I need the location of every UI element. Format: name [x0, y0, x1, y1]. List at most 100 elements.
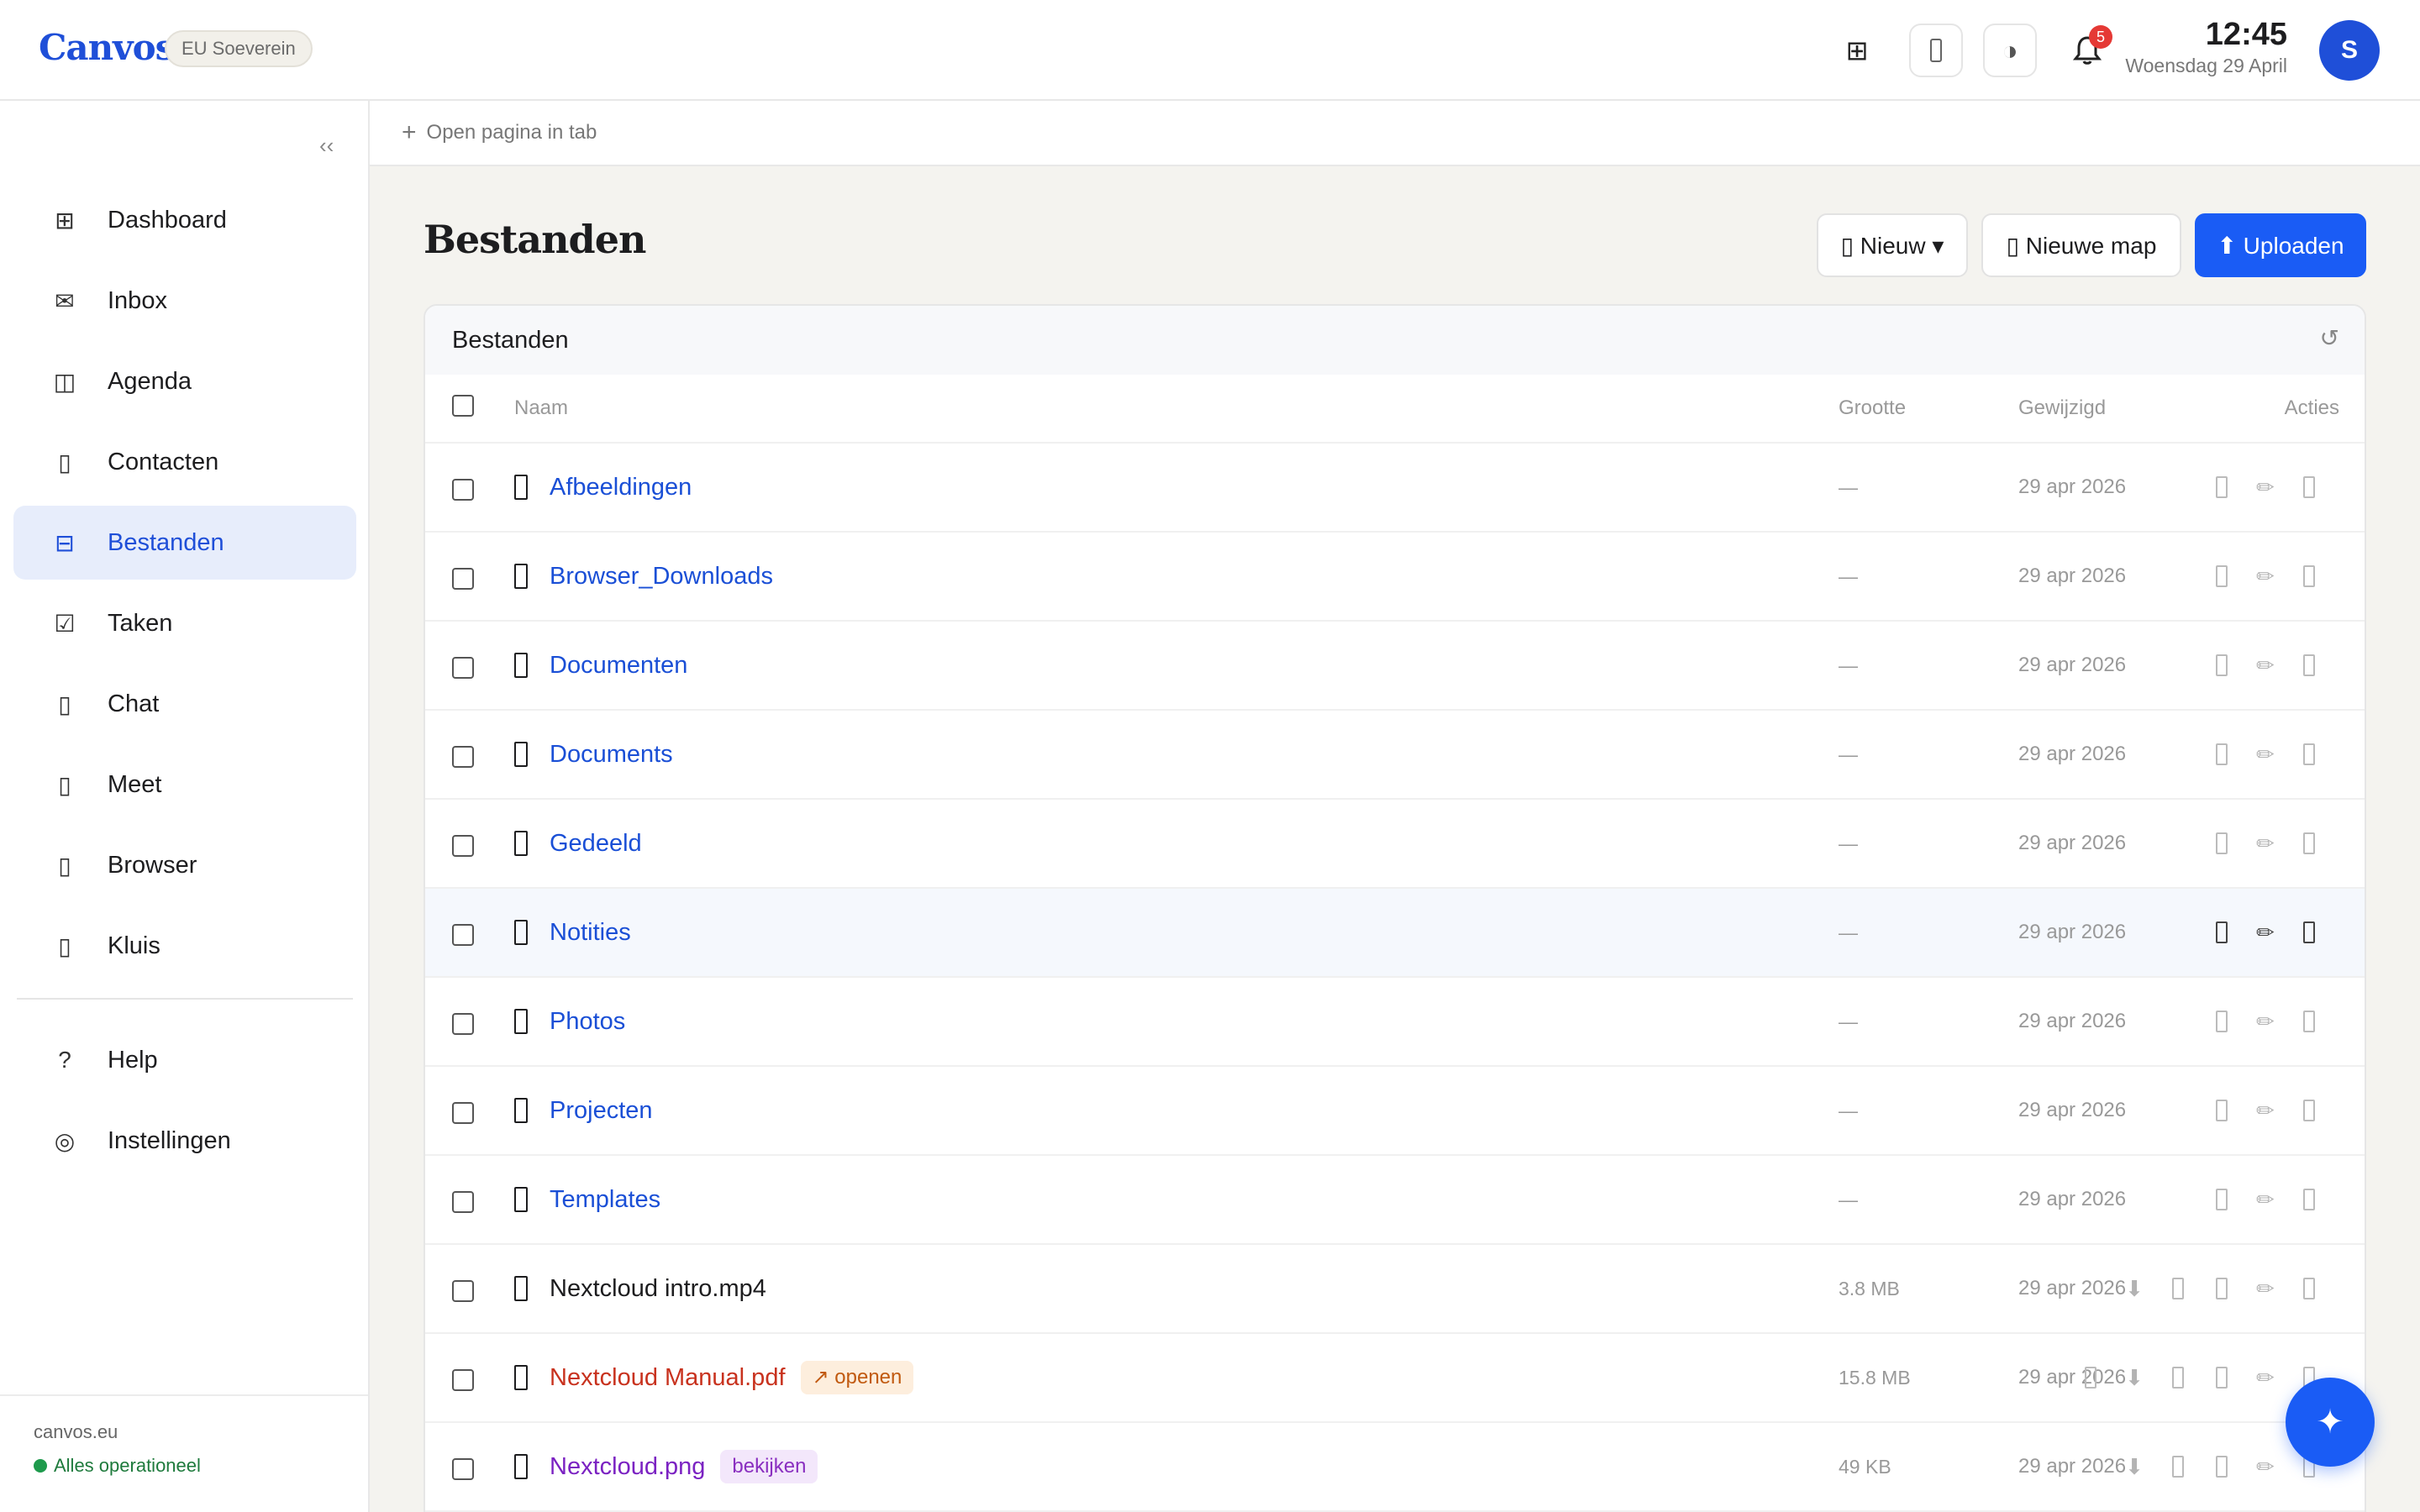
share-icon[interactable] — [2216, 921, 2228, 943]
file-link[interactable]: Documenten — [550, 652, 687, 680]
copy-icon[interactable] — [2172, 1367, 2184, 1389]
rename-icon[interactable]: ✏ — [2244, 564, 2287, 590]
delete-icon[interactable] — [2303, 1011, 2315, 1032]
rename-icon[interactable]: ✏ — [2244, 653, 2287, 679]
share-icon[interactable] — [2216, 1011, 2228, 1032]
share-icon[interactable] — [2216, 476, 2228, 498]
row-checkbox[interactable] — [452, 924, 474, 946]
plus-icon[interactable]: + — [402, 118, 417, 147]
delete-icon[interactable] — [2303, 1100, 2315, 1121]
sidebar-item-dashboard[interactable]: ⊞ Dashboard — [13, 183, 356, 257]
sidebar-item-contacten[interactable]: ▯ Contacten — [13, 425, 356, 499]
sidebar-item-taken[interactable]: ☑ Taken — [13, 586, 356, 660]
assistant-fab-button[interactable]: ✦ — [2286, 1378, 2375, 1467]
sidebar-item-meet[interactable]: ▯ Meet — [13, 748, 356, 822]
row-checkbox[interactable] — [452, 1102, 474, 1124]
table-row[interactable]: Projecten — 29 apr 2026 ✏ — [425, 1067, 2365, 1156]
share-icon[interactable] — [2216, 565, 2228, 587]
rename-icon[interactable]: ✏ — [2244, 1187, 2287, 1213]
sidebar-item-bestanden[interactable]: ⊟ Bestanden — [13, 506, 356, 580]
delete-icon[interactable] — [2303, 1189, 2315, 1210]
rename-icon[interactable]: ✏ — [2244, 1098, 2287, 1124]
preview-icon[interactable] — [2085, 1367, 2096, 1389]
table-row[interactable]: Gedeeld — 29 apr 2026 ✏ — [425, 800, 2365, 889]
share-icon[interactable] — [2216, 1456, 2228, 1478]
row-checkbox[interactable] — [452, 1369, 474, 1391]
grid-icon[interactable]: ⊞ — [1830, 24, 1884, 77]
table-row[interactable]: Documents — 29 apr 2026 ✏ — [425, 711, 2365, 800]
table-row[interactable]: Nextcloud.png bekijken 49 KB 29 apr 2026… — [425, 1423, 2365, 1512]
share-icon[interactable] — [2216, 832, 2228, 854]
sidebar-item-inbox[interactable]: ✉ Inbox — [13, 264, 356, 338]
upload-button[interactable]: ⬆ Uploaden — [2195, 213, 2366, 277]
row-checkbox[interactable] — [452, 568, 474, 590]
row-checkbox[interactable] — [452, 835, 474, 857]
file-link[interactable]: Nextcloud.png — [550, 1453, 705, 1481]
row-checkbox[interactable] — [452, 657, 474, 679]
table-row[interactable]: Nextcloud intro.mp4 3.8 MB 29 apr 2026 ⬇… — [425, 1245, 2365, 1334]
rename-icon[interactable]: ✏ — [2244, 1276, 2287, 1302]
open-page-in-tab-button[interactable]: Open pagina in tab — [427, 121, 597, 144]
table-row[interactable]: Nextcloud Manual.pdf ↗ openen 15.8 MB 29… — [425, 1334, 2365, 1423]
app-logo[interactable]: Canvos — [39, 27, 175, 68]
file-link[interactable]: Nextcloud intro.mp4 — [550, 1275, 766, 1303]
table-row[interactable]: Templates — 29 apr 2026 ✏ — [425, 1156, 2365, 1245]
collapse-sidebar-button[interactable]: ‹‹ — [319, 133, 334, 159]
open-tag-button[interactable]: ↗ openen — [800, 1361, 914, 1394]
row-checkbox[interactable] — [452, 1458, 474, 1480]
select-all-checkbox[interactable] — [452, 395, 474, 417]
delete-icon[interactable] — [2303, 743, 2315, 765]
copy-icon[interactable] — [2172, 1456, 2184, 1478]
footer-domain[interactable]: canvos.eu — [34, 1421, 334, 1443]
phone-icon[interactable] — [1909, 24, 1963, 77]
share-icon[interactable] — [2216, 743, 2228, 765]
view-tag-button[interactable]: bekijken — [720, 1450, 818, 1483]
download-icon[interactable]: ⬇ — [2112, 1365, 2156, 1391]
rename-icon[interactable]: ✏ — [2244, 1009, 2287, 1035]
table-row[interactable]: Notities — 29 apr 2026 ✏ — [425, 889, 2365, 978]
file-link[interactable]: Templates — [550, 1186, 660, 1214]
file-link[interactable]: Browser_Downloads — [550, 563, 773, 591]
file-link[interactable]: Documents — [550, 741, 673, 769]
column-header-modified[interactable]: Gewijzigd — [2018, 375, 2106, 442]
file-link[interactable]: Projecten — [550, 1097, 653, 1125]
download-icon[interactable]: ⬇ — [2112, 1454, 2156, 1480]
rename-icon[interactable]: ✏ — [2244, 1454, 2287, 1480]
rename-icon[interactable]: ✏ — [2244, 920, 2287, 946]
rename-icon[interactable]: ✏ — [2244, 742, 2287, 768]
sidebar-item-instellingen[interactable]: ◎ Instellingen — [13, 1104, 356, 1178]
column-header-name[interactable]: Naam — [514, 375, 568, 442]
table-row[interactable]: Documenten — 29 apr 2026 ✏ — [425, 622, 2365, 711]
delete-icon[interactable] — [2303, 565, 2315, 587]
share-icon[interactable] — [2216, 1367, 2228, 1389]
file-link[interactable]: Nextcloud Manual.pdf — [550, 1364, 786, 1392]
rename-icon[interactable]: ✏ — [2244, 831, 2287, 857]
delete-icon[interactable] — [2303, 476, 2315, 498]
new-dropdown-button[interactable]: ▯ Nieuw ▾ — [1817, 213, 1968, 277]
column-header-size[interactable]: Grootte — [1839, 375, 1906, 442]
share-icon[interactable] — [2216, 1189, 2228, 1210]
row-checkbox[interactable] — [452, 746, 474, 768]
file-link[interactable]: Gedeeld — [550, 830, 642, 858]
sidebar-item-chat[interactable]: ▯ Chat — [13, 667, 356, 741]
sidebar-item-kluis[interactable]: ▯ Kluis — [13, 909, 356, 983]
file-link[interactable]: Notities — [550, 919, 631, 947]
contrast-icon[interactable]: ◑ — [1983, 24, 2037, 77]
refresh-icon[interactable]: ↺ — [2320, 324, 2339, 352]
file-link[interactable]: Afbeeldingen — [550, 474, 692, 501]
share-icon[interactable] — [2216, 1278, 2228, 1299]
delete-icon[interactable] — [2303, 654, 2315, 676]
user-avatar[interactable]: S — [2319, 20, 2380, 81]
row-checkbox[interactable] — [452, 479, 474, 501]
share-icon[interactable] — [2216, 654, 2228, 676]
rename-icon[interactable]: ✏ — [2244, 1365, 2287, 1391]
share-icon[interactable] — [2216, 1100, 2228, 1121]
table-row[interactable]: Afbeeldingen — 29 apr 2026 ✏ — [425, 444, 2365, 533]
row-checkbox[interactable] — [452, 1280, 474, 1302]
delete-icon[interactable] — [2303, 921, 2315, 943]
copy-icon[interactable] — [2172, 1278, 2184, 1299]
delete-icon[interactable] — [2303, 832, 2315, 854]
row-checkbox[interactable] — [452, 1013, 474, 1035]
delete-icon[interactable] — [2303, 1278, 2315, 1299]
sidebar-item-browser[interactable]: ▯ Browser — [13, 828, 356, 902]
